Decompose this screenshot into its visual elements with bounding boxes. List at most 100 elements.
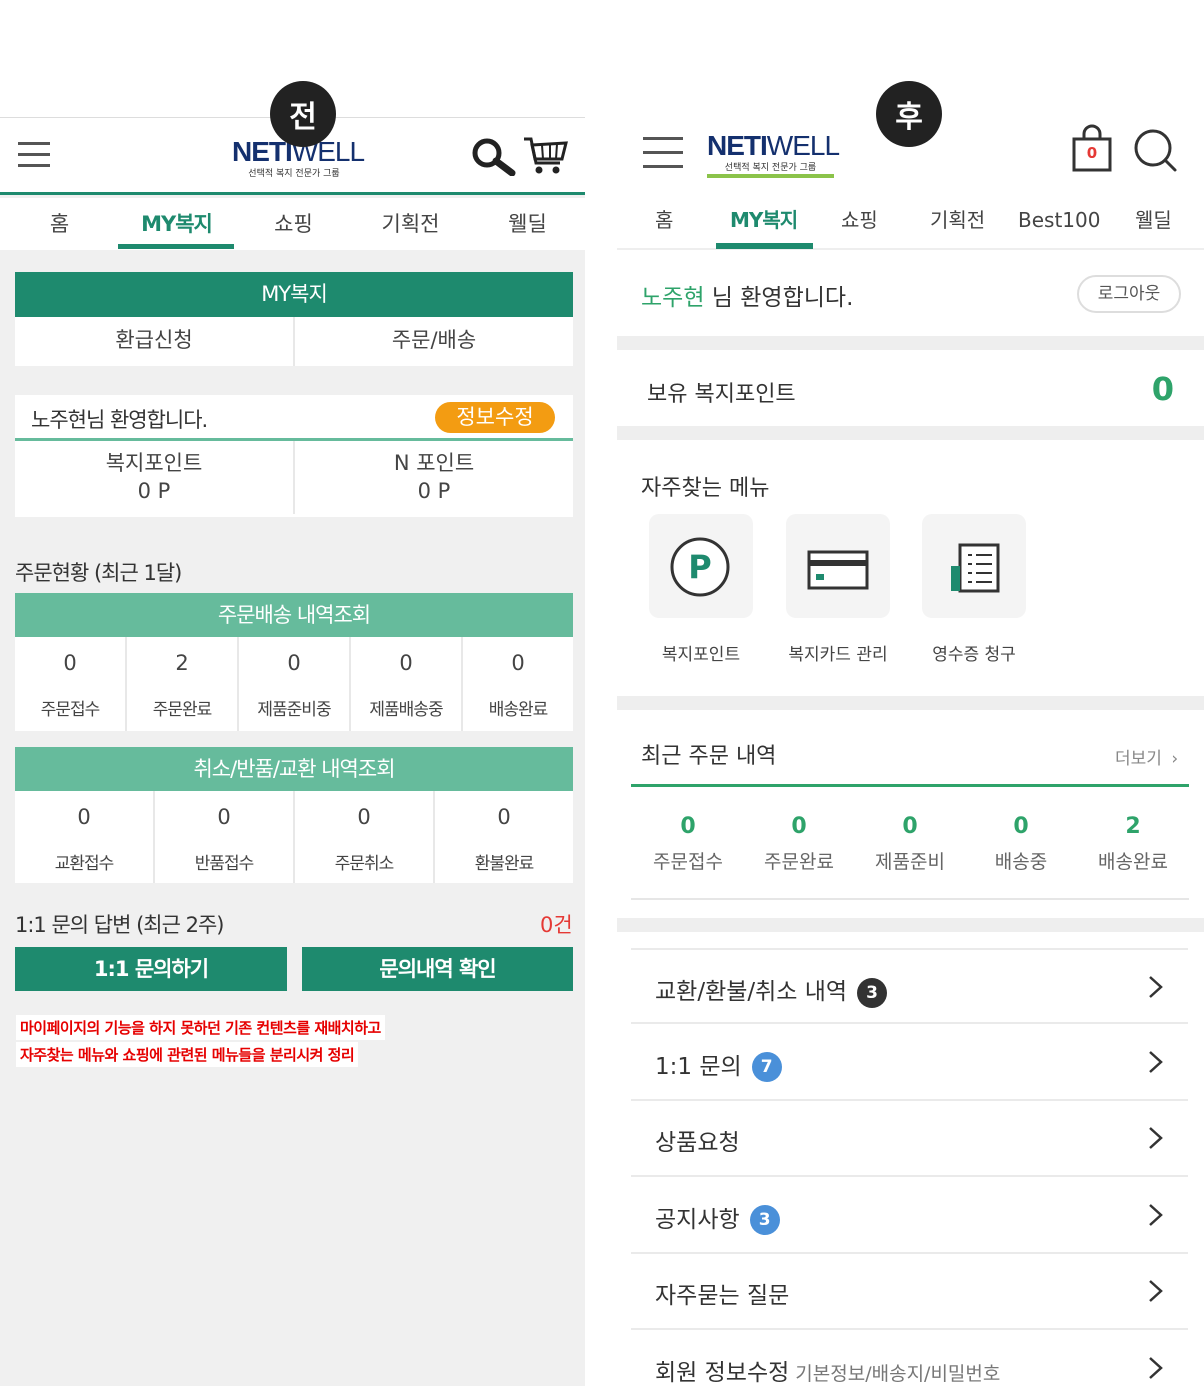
menu-exchange-refund[interactable]: 교환/환불/취소 내역 3: [631, 948, 1188, 1024]
order-stat[interactable]: 0 제품배송중: [351, 637, 463, 731]
refund-tab[interactable]: 환급신청: [15, 317, 295, 366]
search-icon[interactable]: [470, 136, 518, 176]
nav-welldeal[interactable]: 웰딜: [469, 198, 586, 250]
recent-order-stat-value: 0: [680, 814, 696, 839]
order-stat-label: 주문완료: [152, 700, 213, 720]
order-stat-label: 주문접수: [40, 700, 101, 720]
menu-icon[interactable]: [18, 142, 50, 175]
recent-order-stat-value: 2: [1125, 814, 1141, 839]
chevron-right-icon: [1149, 1280, 1163, 1302]
points-value: 0: [1151, 370, 1174, 408]
menu-label: 상품요청: [655, 1130, 740, 1156]
menu-member-edit[interactable]: 회원 정보수정 기본정보/배송지/비밀번호: [631, 1331, 1188, 1386]
points-label: 보유 복지포인트: [647, 382, 796, 407]
recent-order-stat-value: 0: [791, 814, 807, 839]
recent-order-stat[interactable]: 2 배송완료: [1078, 814, 1188, 874]
quick-point[interactable]: P: [649, 514, 753, 618]
after-panel: NETIWELL 선택적 복지 전문가 그룹 후 0 홈 MY복지 쇼핑 기획전…: [617, 0, 1204, 1386]
order-stat-value: 0: [511, 651, 525, 675]
before-panel: NETIWELL 선택적 복지 전문가 그룹 홈 MY복지 쇼핑 기획전 웰딜 …: [0, 117, 585, 1386]
cancel-stat-label: 교환접수: [54, 854, 115, 874]
nav-shopping[interactable]: 쇼핑: [841, 200, 878, 250]
more-link[interactable]: 더보기 ›: [1115, 744, 1178, 769]
chevron-right-icon: [1149, 1356, 1163, 1379]
note-line-2: 자주찾는 메뉴와 쇼핑에 관련된 메뉴들을 분리시켜 정리: [16, 1042, 359, 1067]
before-badge: 전: [270, 81, 336, 147]
inquiry-button[interactable]: 1:1 문의하기: [15, 947, 287, 991]
chevron-right-icon: [1149, 976, 1163, 998]
recent-order-stat-label: 배송완료: [1098, 851, 1168, 873]
order-status-header[interactable]: 주문배송 내역조회: [15, 593, 573, 637]
order-stat-label: 배송완료: [488, 700, 549, 720]
order-stat-label: 제품준비중: [257, 700, 331, 720]
cancel-stat[interactable]: 0 환불완료: [435, 791, 573, 883]
qna-title: 1:1 문의 답변 (최근 2주): [15, 913, 224, 937]
nav-welldeal[interactable]: 웰딜: [1135, 200, 1172, 250]
menu-icon[interactable]: [643, 137, 683, 176]
welcome-text: 노주현 님 환영합니다.: [641, 285, 854, 311]
menu-product-request[interactable]: 상품요청: [631, 1101, 1188, 1177]
menu-faq[interactable]: 자주묻는 질문: [631, 1254, 1188, 1330]
quick-receipt-label: 영수증 청구: [932, 645, 1016, 665]
order-stat[interactable]: 2 주문완료: [127, 637, 239, 731]
cancel-stat-label: 반품접수: [194, 854, 255, 874]
chevron-right-icon: [1149, 1203, 1163, 1226]
recent-order-stat[interactable]: 0 주문접수: [633, 814, 743, 874]
recent-order-stat-label: 주문접수: [653, 851, 723, 873]
nav-home[interactable]: 홈: [655, 200, 673, 250]
nav-best100[interactable]: Best100: [1018, 200, 1100, 250]
cancel-stat[interactable]: 0 반품접수: [155, 791, 295, 883]
quick-menu-title: 자주찾는 메뉴: [641, 476, 770, 501]
nav-my[interactable]: MY복지: [118, 198, 235, 250]
cancel-stat-value: 0: [77, 805, 91, 829]
recent-order-stat[interactable]: 0 주문완료: [744, 814, 854, 874]
order-status-title: 주문현황 (최근 1달): [15, 561, 182, 585]
recent-order-stat-value: 0: [902, 814, 918, 839]
chevron-right-icon: [1149, 1127, 1163, 1149]
logout-button[interactable]: 로그아웃: [1077, 275, 1181, 313]
nav-shopping[interactable]: 쇼핑: [235, 198, 352, 250]
cancel-stat-label: 환불완료: [474, 854, 535, 874]
menu-label: 교환/환불/취소 내역 3: [655, 972, 888, 1008]
order-delivery-tab[interactable]: 주문/배송: [295, 317, 573, 366]
menu-sublabel: 기본정보/배송지/비밀번호: [795, 1362, 1001, 1385]
after-logo[interactable]: NETIWELL 선택적 복지 전문가 그룹: [707, 132, 840, 178]
nav-active-underline: [716, 243, 813, 249]
menu-label: 회원 정보수정 기본정보/배송지/비밀번호: [655, 1359, 1001, 1386]
recent-order-stat-label: 배송중: [994, 851, 1048, 873]
recent-order-stat-label: 주문완료: [764, 851, 834, 873]
order-stat[interactable]: 0 제품준비중: [239, 637, 351, 731]
nav-home[interactable]: 홈: [1, 198, 118, 250]
recent-order-stat-label: 제품준비: [875, 851, 945, 873]
nav-exhibition[interactable]: 기획전: [352, 198, 469, 250]
menu-notice[interactable]: 공지사항 3: [631, 1178, 1188, 1254]
cart-count: 0: [1086, 144, 1098, 162]
menu-label: 공지사항 3: [655, 1200, 780, 1235]
user-name: 노주현: [641, 285, 705, 311]
quick-point-label: 복지포인트: [661, 645, 741, 665]
cancel-stat[interactable]: 0 주문취소: [295, 791, 435, 883]
search-icon[interactable]: [1133, 128, 1179, 174]
recent-order-stat[interactable]: 0 배송중: [966, 814, 1076, 874]
cancel-stat-value: 0: [357, 805, 371, 829]
order-stat[interactable]: 0 배송완료: [463, 637, 573, 731]
quick-card[interactable]: [786, 514, 890, 618]
before-nav: 홈 MY복지 쇼핑 기획전 웰딜: [0, 198, 585, 250]
after-badge: 후: [876, 81, 942, 147]
cart-icon[interactable]: [522, 135, 568, 177]
edit-info-button[interactable]: 정보수정: [435, 402, 555, 433]
cancel-status-header[interactable]: 취소/반품/교환 내역조회: [15, 747, 573, 791]
inquiry-history-button[interactable]: 문의내역 확인: [302, 947, 573, 991]
svg-text:P: P: [688, 548, 711, 586]
menu-label: 1:1 문의 7: [655, 1047, 782, 1082]
order-stat-label: 제품배송중: [369, 700, 443, 720]
menu-inquiry[interactable]: 1:1 문의 7: [631, 1025, 1188, 1101]
order-stat[interactable]: 0 주문접수: [15, 637, 127, 731]
chevron-right-icon: [1149, 1050, 1163, 1073]
recent-order-stat[interactable]: 0 제품준비: [855, 814, 965, 874]
order-status-box: 주문배송 내역조회 0 주문접수 2 주문완료 0 제품준비중 0 제품배송중 0 배송완료: [15, 593, 573, 731]
cancel-stat[interactable]: 0 교환접수: [15, 791, 155, 883]
nav-exhibition[interactable]: 기획전: [930, 200, 985, 250]
quick-receipt[interactable]: [922, 514, 1026, 618]
quick-card-label: 복지카드 관리: [788, 645, 888, 665]
